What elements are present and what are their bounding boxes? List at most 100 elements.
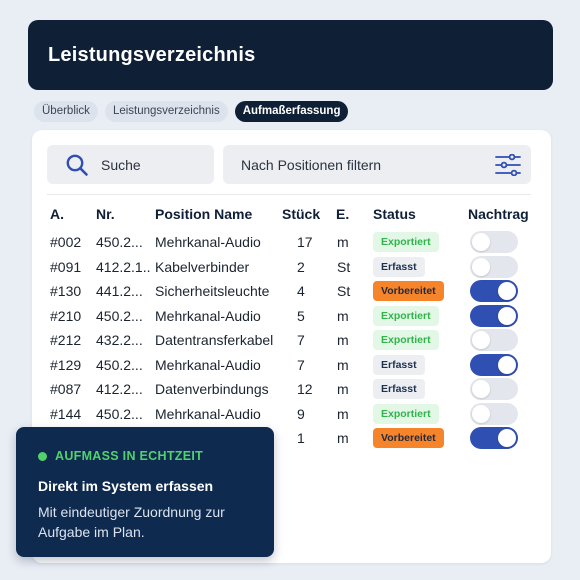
cell-position-name: Sicherheitsleuchte — [155, 283, 270, 299]
status-badge: Vorbereitet — [373, 428, 444, 448]
feature-callout: AUFMASS IN ECHTZEIT Direkt im System erf… — [16, 427, 274, 557]
cell-nr: 432.2... — [96, 332, 143, 348]
callout-kicker: AUFMASS IN ECHTZEIT — [38, 449, 252, 463]
cell-a: #210 — [50, 307, 82, 324]
cell-position-name: Mehrkanal-Audio — [155, 405, 261, 422]
nachtrag-toggle[interactable] — [470, 280, 518, 302]
cell-nr: 450.2... — [96, 307, 143, 324]
status-badge: Exportiert — [373, 305, 439, 326]
cell-einheit: m — [337, 430, 349, 446]
table-row[interactable]: #212 432.2... Datentransferkabel 7 m Exportie… — [32, 329, 551, 353]
cell-einheit: m — [337, 356, 349, 373]
status-badge: Erfasst — [373, 354, 425, 375]
cell-einheit: St — [337, 283, 351, 299]
nachtrag-toggle[interactable] — [470, 255, 518, 278]
tab-ueberblick[interactable]: Überblick — [34, 101, 98, 122]
toggle-knob — [498, 282, 516, 300]
col-header-nachtrag: Nachtrag — [468, 206, 529, 222]
cell-nr: 412.2.1.. — [96, 258, 151, 275]
status-badge: Exportiert — [373, 330, 439, 350]
toggle-knob — [498, 355, 516, 374]
col-header-nr: Nr. — [96, 206, 115, 222]
nachtrag-toggle[interactable] — [470, 353, 518, 376]
cell-a: #129 — [50, 356, 82, 373]
cell-position-name: Kabelverbinder — [155, 258, 250, 275]
toggle-knob — [498, 306, 516, 325]
table-row[interactable]: #130 441.2... Sicherheitsleuchte 4 St Vorbere… — [32, 280, 551, 304]
cell-einheit: m — [337, 332, 349, 348]
search-icon — [66, 154, 88, 176]
status-badge: Vorbereitet — [373, 281, 444, 301]
cell-nr: 441.2... — [96, 283, 143, 299]
table-row[interactable]: #210 450.2... Mehrkanal-Audio 5 m Exportiert — [32, 304, 551, 329]
toggle-knob — [472, 380, 490, 398]
nachtrag-toggle[interactable] — [470, 231, 518, 253]
cell-a: #212 — [50, 332, 82, 348]
cell-stueck: 4 — [297, 283, 305, 299]
tab-leistungsverzeichnis[interactable]: Leistungsverzeichnis — [104, 101, 228, 122]
status-badge: Exportiert — [373, 232, 439, 252]
cell-a: #002 — [50, 234, 82, 250]
col-header-e: E. — [336, 206, 350, 222]
toggle-knob — [498, 429, 516, 447]
tab-bar: Überblick Leistungsverzeichnis Aufmaßerf… — [34, 101, 349, 122]
table-row[interactable]: #002 450.2... Mehrkanal-Audio 17 m Exportiert — [32, 231, 551, 255]
cell-a: #144 — [50, 405, 82, 422]
filter-label: Nach Positionen filtern — [241, 156, 382, 173]
col-header-a: A. — [50, 206, 64, 222]
table-row[interactable]: #087 412.2... Datenverbindungs 12 m Erfasst — [32, 378, 551, 402]
cell-a: #087 — [50, 381, 82, 397]
search-label: Suche — [101, 156, 141, 173]
cell-nr: 450.2... — [96, 234, 143, 250]
cell-stueck: 2 — [297, 258, 305, 275]
cell-stueck: 7 — [297, 356, 305, 373]
cell-stueck: 9 — [297, 405, 305, 422]
nachtrag-toggle[interactable] — [470, 329, 518, 351]
cell-a: #130 — [50, 283, 82, 299]
cell-stueck: 17 — [297, 234, 313, 250]
cell-position-name: Datentransferkabel — [155, 332, 274, 348]
status-badge: Erfasst — [373, 379, 425, 399]
page-title: Leistungsverzeichnis — [48, 43, 256, 66]
divider — [47, 194, 531, 195]
cell-nr: 450.2... — [96, 405, 143, 422]
page-header: Leistungsverzeichnis — [28, 20, 553, 90]
cell-nr: 450.2... — [96, 356, 143, 373]
cell-position-name: Mehrkanal-Audio — [155, 234, 261, 250]
cell-stueck: 5 — [297, 307, 305, 324]
col-header-name: Position Name — [155, 206, 253, 222]
sliders-icon[interactable] — [495, 154, 521, 176]
col-header-stueck: Stück — [282, 206, 321, 222]
table-row[interactable]: #129 450.2... Mehrkanal-Audio 7 m Erfasst — [32, 353, 551, 378]
toggle-knob — [472, 257, 490, 276]
search-field[interactable]: Suche — [47, 145, 214, 184]
cell-stueck: 12 — [297, 381, 313, 397]
nachtrag-toggle[interactable] — [470, 378, 518, 400]
filter-field[interactable]: Nach Positionen filtern — [223, 145, 531, 184]
cell-einheit: m — [337, 307, 349, 324]
cell-stueck: 7 — [297, 332, 305, 348]
nachtrag-toggle[interactable] — [470, 304, 518, 327]
cell-einheit: m — [337, 381, 349, 397]
callout-body: Mit eindeutiger Zuordnung zur Aufgabe im… — [38, 504, 225, 540]
cell-stueck: 1 — [297, 430, 305, 446]
cell-position-name: Mehrkanal-Audio — [155, 356, 261, 373]
toggle-knob — [472, 331, 490, 349]
table-row[interactable]: #091 412.2.1.. Kabelverbinder 2 St Erfasst — [32, 255, 551, 280]
nachtrag-toggle[interactable] — [470, 402, 518, 425]
col-header-status: Status — [373, 206, 416, 222]
nachtrag-toggle[interactable] — [470, 427, 518, 449]
cell-position-name: Datenverbindungs — [155, 381, 269, 397]
cell-einheit: m — [337, 405, 349, 422]
table-row[interactable]: #144 450.2... Mehrkanal-Audio 9 m Exportiert — [32, 402, 551, 427]
toggle-knob — [472, 233, 490, 251]
cell-nr: 412.2... — [96, 381, 143, 397]
toggle-knob — [472, 404, 490, 423]
cell-einheit: St — [337, 258, 351, 275]
tab-aufmasserfassung[interactable]: Aufmaßerfassung — [234, 101, 349, 122]
cell-einheit: m — [337, 234, 349, 250]
callout-kicker-text: AUFMASS IN ECHTZEIT — [55, 449, 204, 463]
cell-a: #091 — [50, 258, 82, 275]
live-dot-icon — [38, 451, 47, 461]
status-badge: Erfasst — [373, 256, 425, 277]
